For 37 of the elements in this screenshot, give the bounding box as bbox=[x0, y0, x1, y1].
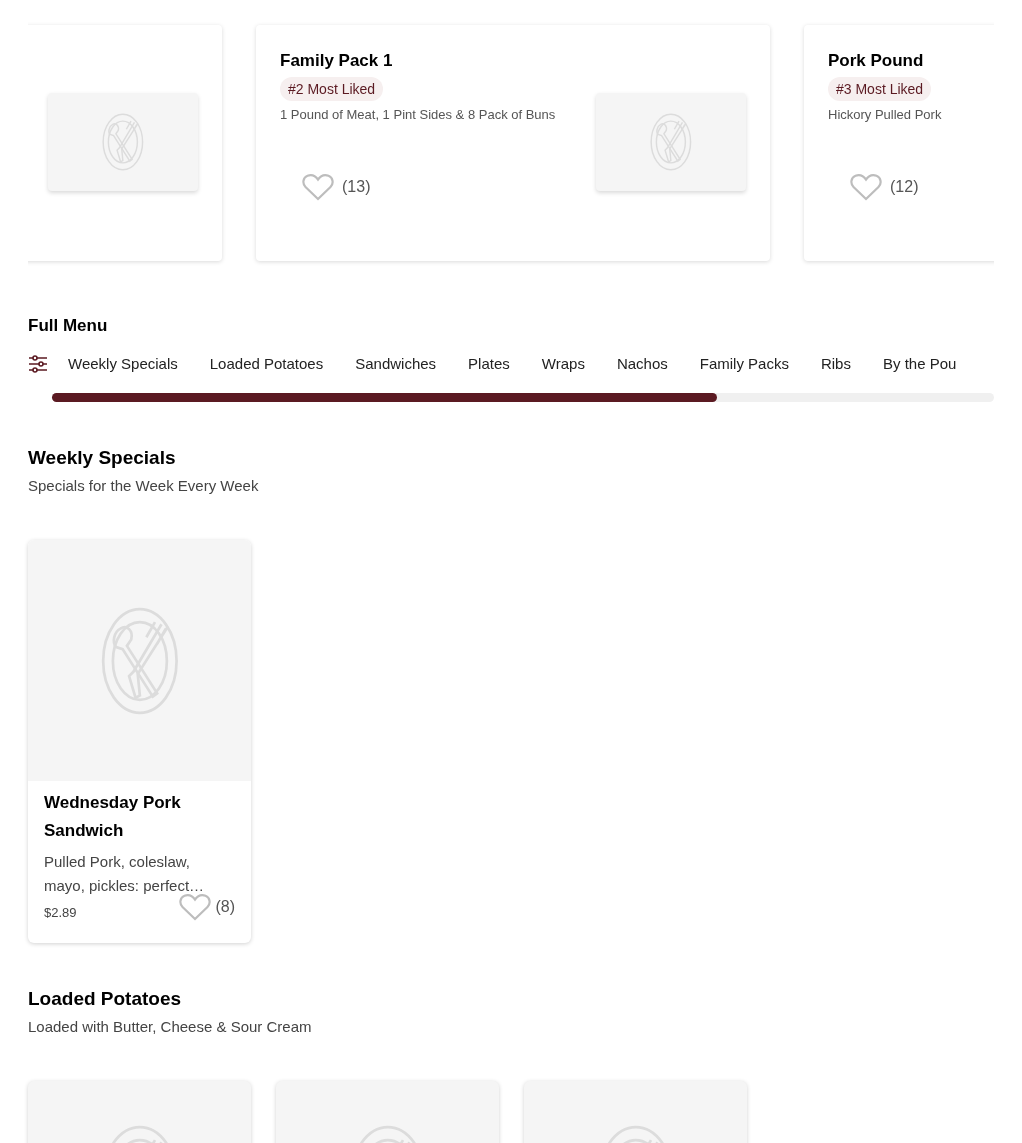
item-title: Wednesday Pork Sandwich bbox=[44, 792, 182, 842]
featured-card[interactable]: Pork Pound #3 Most Liked Hickory Pulled Pork (12) bbox=[804, 25, 994, 261]
section-title: Loaded Potatoes bbox=[28, 987, 183, 1011]
menu-item-card[interactable]: Wednesday Pork Sandwich Pulled Pork, coleslaw, mayo, pickles: perfect… $2.89 (8) bbox=[28, 540, 251, 943]
most-liked-badge: #3 Most Liked bbox=[828, 77, 932, 101]
item-title: Family Pack 1 bbox=[280, 50, 394, 72]
section-subtitle: Loaded with Butter, Cheese & Sour Cream bbox=[28, 1016, 313, 1037]
section-subtitle: Specials for the Week Every Week bbox=[28, 475, 260, 496]
category-tab[interactable]: Plates bbox=[468, 352, 510, 375]
heart-icon[interactable] bbox=[179, 893, 212, 921]
like-count: (13) bbox=[342, 176, 371, 197]
category-tab[interactable]: Wraps bbox=[541, 352, 585, 375]
heart-icon[interactable] bbox=[850, 172, 882, 201]
heart-icon[interactable] bbox=[302, 172, 334, 201]
scrollbar-thumb[interactable] bbox=[52, 393, 717, 402]
section-title: Full Menu bbox=[28, 316, 108, 335]
category-tab[interactable]: Weekly Specials bbox=[68, 352, 178, 375]
most-liked-badge: #2 Most Liked bbox=[280, 77, 384, 101]
plate-cutlery-icon bbox=[100, 606, 179, 715]
plate-cutlery-icon bbox=[650, 113, 692, 171]
featured-card[interactable]: Family Pack 1 #2 Most Liked 1 Pound of Meat, 1 Pint Sides & 8 Pack of Buns (13) bbox=[256, 25, 770, 261]
item-description: Pulled Pork, coleslaw, mayo, pickles: perfect… bbox=[44, 852, 206, 896]
category-tab[interactable]: Family Packs bbox=[699, 352, 789, 375]
like-count: (8) bbox=[215, 897, 235, 917]
category-tab[interactable]: By the Pou bbox=[882, 352, 957, 375]
category-tab[interactable]: Nachos bbox=[616, 352, 668, 375]
item-title: Pork Pound bbox=[828, 50, 925, 72]
item-description: 1 Pound of Meat, 1 Pint Sides & 8 Pack of Buns bbox=[280, 106, 557, 124]
item-description: Hickory Pulled Pork bbox=[828, 106, 943, 124]
category-tab[interactable]: Sandwiches bbox=[355, 352, 437, 375]
plate-cutlery-icon bbox=[102, 113, 144, 171]
like-count: (12) bbox=[890, 176, 919, 197]
category-tab[interactable]: Loaded Potatoes bbox=[209, 352, 324, 375]
item-price: $2.89 bbox=[44, 904, 77, 922]
section-title: Weekly Specials bbox=[28, 446, 177, 470]
filter-sliders-icon[interactable] bbox=[28, 354, 48, 373]
category-tab[interactable]: Ribs bbox=[820, 352, 851, 375]
